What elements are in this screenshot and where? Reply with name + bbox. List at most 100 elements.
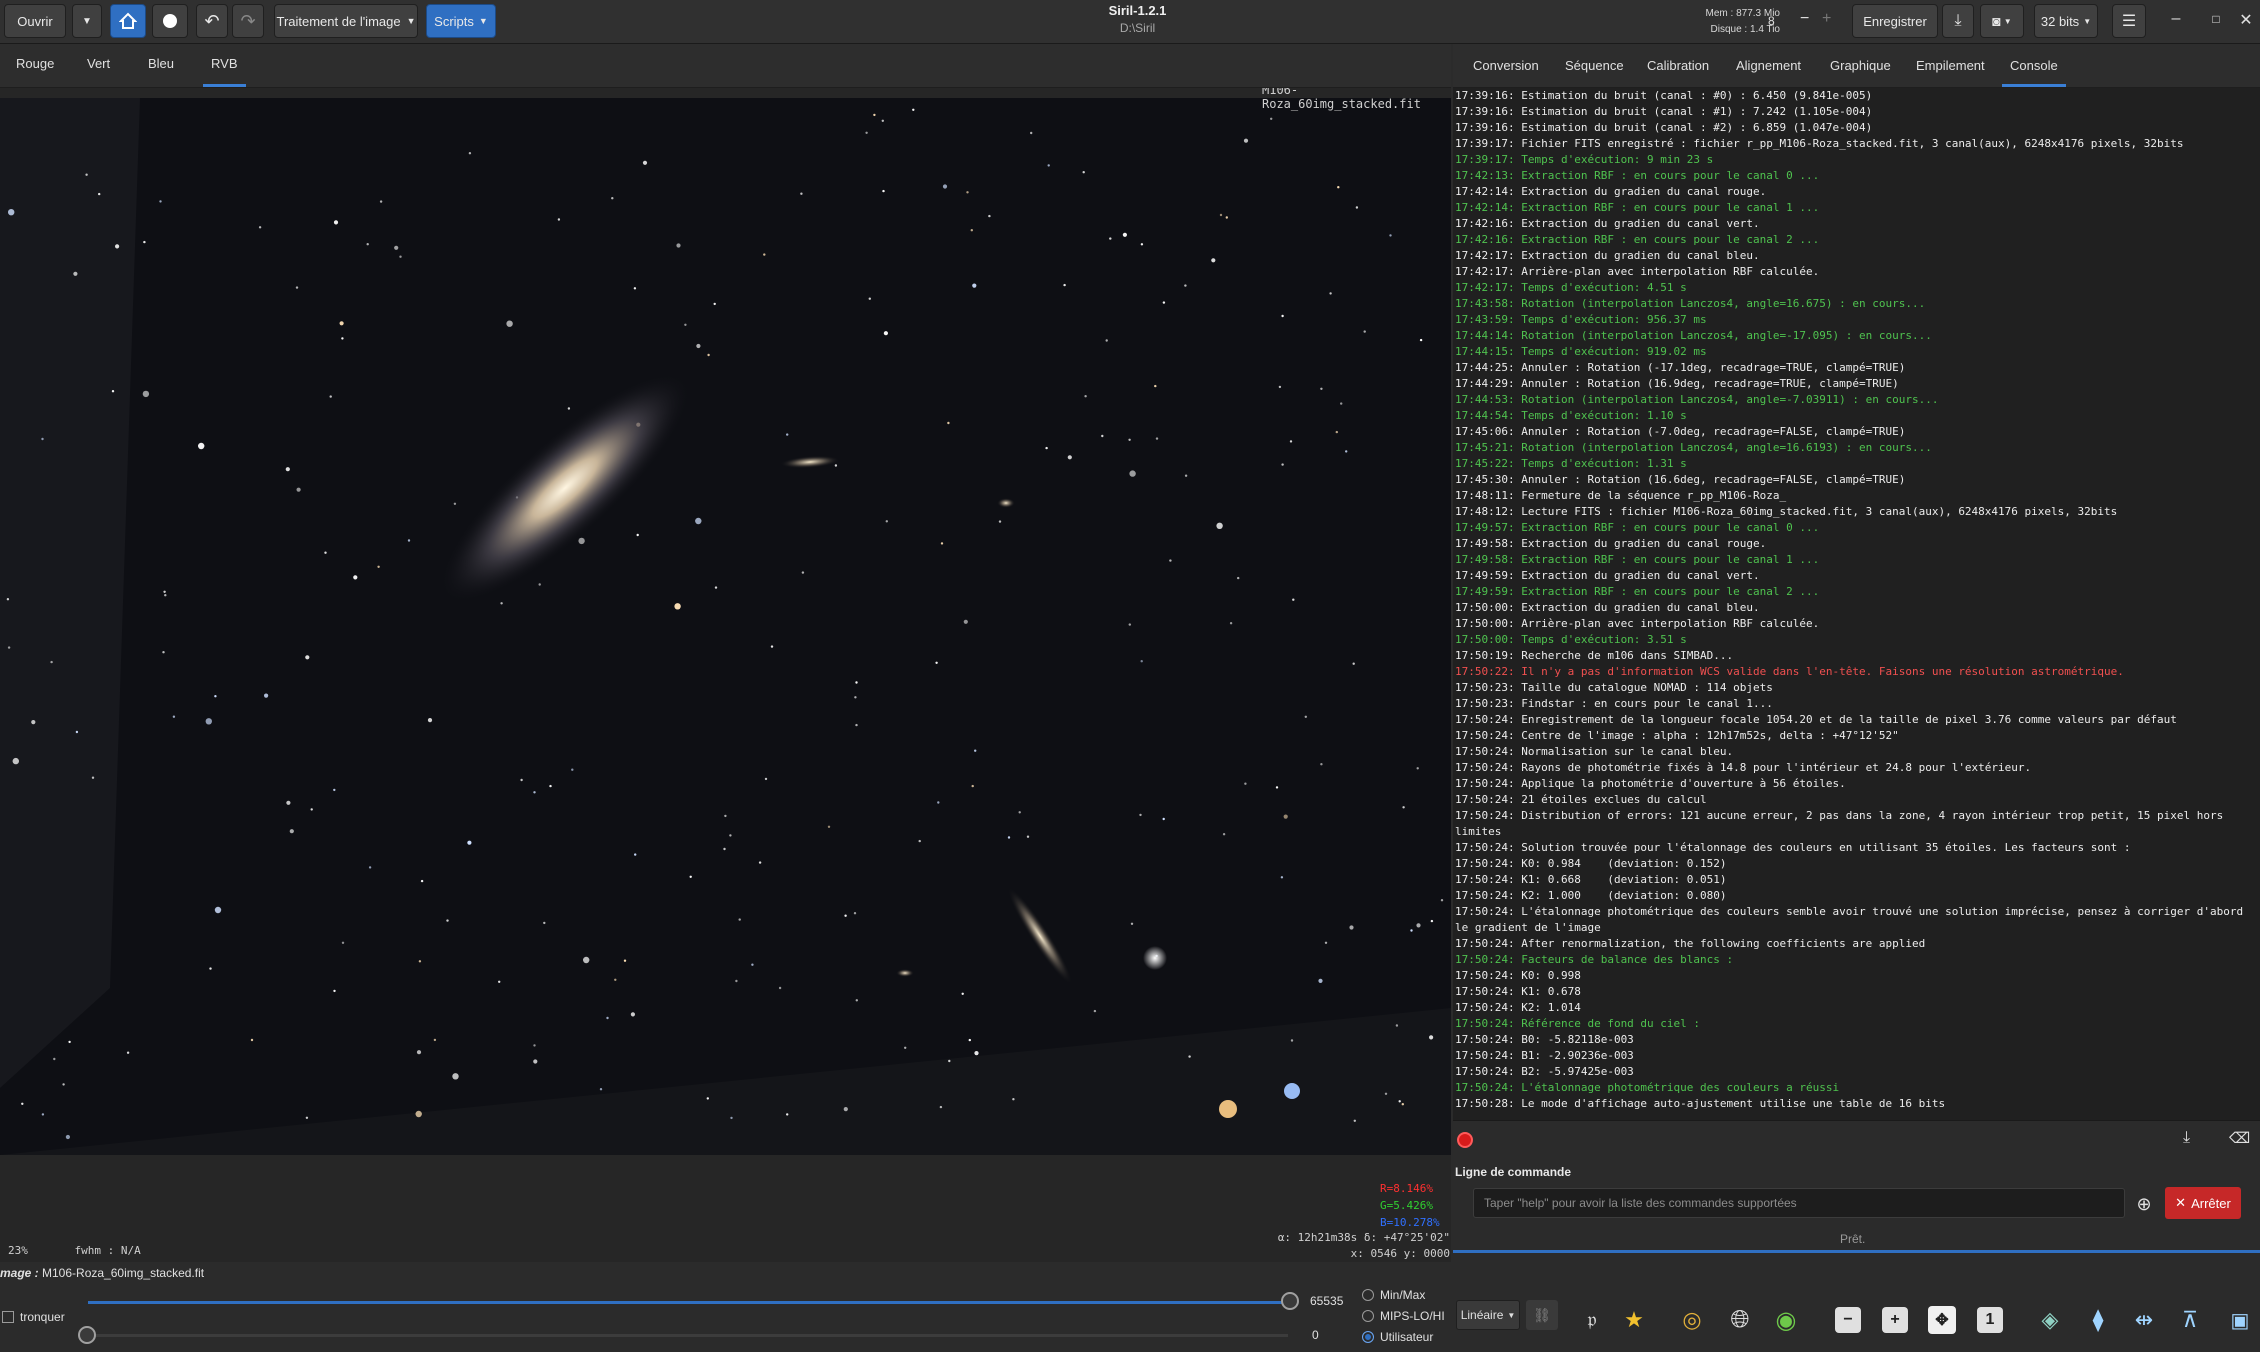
home-button[interactable]: [110, 4, 146, 38]
maximize-icon: □: [2212, 12, 2220, 26]
radio-mips[interactable]: MIPS-LO/HI: [1362, 1309, 1445, 1323]
truncate-checkbox[interactable]: tronquer: [2, 1310, 65, 1324]
zoom-out-button[interactable]: −: [1830, 1302, 1866, 1338]
maximize-button[interactable]: □: [2202, 10, 2230, 34]
minimize-button[interactable]: –: [2162, 10, 2190, 34]
star: [111, 390, 115, 393]
tab-console[interactable]: Console: [2002, 58, 2066, 87]
scripts-menu[interactable]: Scripts ▼: [426, 4, 496, 38]
tab-plot[interactable]: Graphique: [1830, 58, 1891, 73]
save-as-button[interactable]: ⤓: [1942, 4, 1974, 38]
help-button[interactable]: ⊕: [2130, 1190, 2158, 1218]
high-slider-handle[interactable]: [1281, 1292, 1299, 1310]
threads-spinner[interactable]: 8 − +: [1760, 8, 1840, 36]
clear-log-icon[interactable]: ⌫: [2229, 1129, 2250, 1147]
minus-icon[interactable]: −: [1800, 10, 1809, 28]
redo-button[interactable]: ↷: [232, 4, 264, 38]
high-value[interactable]: 65535: [1310, 1294, 1343, 1308]
star: [1211, 258, 1216, 263]
star: [1140, 660, 1143, 663]
mirror-x-button[interactable]: ⇹: [2126, 1302, 2162, 1338]
image-processing-menu[interactable]: Traitement de l'image ▼: [274, 4, 418, 38]
photometry-button[interactable]: 𝔭: [1574, 1302, 1610, 1338]
console-line: 17:50:24: Rayons de photométrie fixés à …: [1455, 761, 2032, 774]
star: [1292, 598, 1295, 601]
star: [738, 918, 741, 921]
star: [333, 989, 336, 993]
image-canvas[interactable]: M106-Roza_60img_stacked.fit R=8.146% G=5…: [0, 88, 1451, 1262]
star: [250, 1038, 254, 1042]
sky-background: [0, 98, 1451, 1155]
star: [377, 565, 380, 568]
rotate-left-button[interactable]: ◈: [2032, 1302, 2068, 1338]
save-log-icon[interactable]: ⤓: [2183, 1129, 2190, 1147]
console-line: 17:42:13: Extraction RBF : en cours pour…: [1455, 169, 1820, 182]
grid-button[interactable]: 🌐︎: [1722, 1302, 1758, 1338]
plus-icon[interactable]: +: [1822, 10, 1831, 28]
star: [801, 571, 805, 574]
star: [41, 437, 44, 441]
star: [285, 467, 290, 472]
star: [8, 209, 15, 216]
star: [1243, 138, 1249, 143]
stop-button[interactable]: ✕ Arrêter: [2165, 1187, 2241, 1219]
tab-blue[interactable]: Bleu: [148, 56, 174, 71]
undo-button[interactable]: ↶: [196, 4, 228, 38]
star: [1122, 232, 1127, 237]
tab-red[interactable]: Rouge: [16, 56, 54, 71]
low-slider-track[interactable]: [88, 1334, 1288, 1337]
low-value[interactable]: 0: [1312, 1328, 1319, 1342]
annotate-button[interactable]: ◎: [1674, 1302, 1710, 1338]
checkbox-icon: [2, 1311, 14, 1323]
command-input[interactable]: [1473, 1188, 2125, 1218]
star: [606, 1016, 609, 1020]
rotate-right-button[interactable]: ⧫: [2080, 1302, 2116, 1338]
star: [1337, 186, 1340, 189]
tab-calibration[interactable]: Calibration: [1647, 58, 1709, 73]
tab-green[interactable]: Vert: [87, 56, 110, 71]
star: [543, 921, 546, 925]
galaxy-small-3: [896, 969, 914, 977]
mirror-y-button[interactable]: ⊼: [2172, 1302, 2208, 1338]
console-line: 17:50:24: Normalisation sur le canal ble…: [1455, 745, 1734, 758]
image-info-button[interactable]: ▣: [2222, 1302, 2258, 1338]
tab-rgb[interactable]: RVB: [203, 56, 245, 87]
radio-minmax[interactable]: Min/Max: [1362, 1288, 1425, 1302]
tab-registration[interactable]: Alignement: [1736, 58, 1801, 73]
main-menu-button[interactable]: ☰: [2112, 4, 2146, 38]
high-slider-track[interactable]: [88, 1301, 1288, 1304]
star: [881, 119, 884, 122]
low-slider-handle[interactable]: [78, 1326, 96, 1344]
link-button[interactable]: ⛓: [1526, 1300, 1558, 1330]
save-button[interactable]: Enregistrer: [1852, 4, 1938, 38]
star: [126, 1051, 130, 1054]
console-line: 17:42:16: Extraction du gradien du canal…: [1455, 217, 1760, 230]
pixel-value-readout: R=8.146% G=5.426% B=10.278%: [1380, 1180, 1440, 1231]
bit-depth-menu[interactable]: 32 bits ▼: [2034, 4, 2098, 38]
close-button[interactable]: ✕: [2232, 10, 2260, 34]
star: [85, 173, 88, 176]
tab-conversion[interactable]: Conversion: [1473, 58, 1539, 73]
console-log[interactable]: 17:39:16: Estimation du bruit (canal : #…: [1453, 88, 2260, 1120]
snapshot-button[interactable]: ◙ ▼: [1980, 4, 2024, 38]
star: [723, 847, 726, 851]
tab-stacking[interactable]: Empilement: [1916, 58, 1985, 73]
zoom-fit-button[interactable]: ✥: [1924, 1302, 1960, 1338]
display-mode-select[interactable]: Linéaire ▼: [1456, 1300, 1520, 1330]
crosshair-button[interactable]: ◉: [1768, 1302, 1804, 1338]
close-icon: ✕: [2239, 12, 2253, 29]
zoom-one-button[interactable]: 1: [1972, 1302, 2008, 1338]
chevron-down-icon: ▼: [2083, 16, 2092, 26]
star: [1084, 395, 1087, 398]
tab-sequence[interactable]: Séquence: [1565, 58, 1624, 73]
star: [1429, 1035, 1434, 1040]
open-menu-button[interactable]: ▼: [72, 4, 102, 38]
star: [940, 542, 944, 545]
live-stack-button[interactable]: [152, 4, 188, 38]
star: [764, 777, 768, 781]
open-button[interactable]: Ouvrir: [4, 4, 66, 38]
zoom-in-button[interactable]: +: [1877, 1302, 1913, 1338]
star-finder-button[interactable]: ★: [1616, 1302, 1652, 1338]
astro-image[interactable]: [0, 88, 1451, 1262]
radio-user[interactable]: Utilisateur: [1362, 1330, 1433, 1344]
